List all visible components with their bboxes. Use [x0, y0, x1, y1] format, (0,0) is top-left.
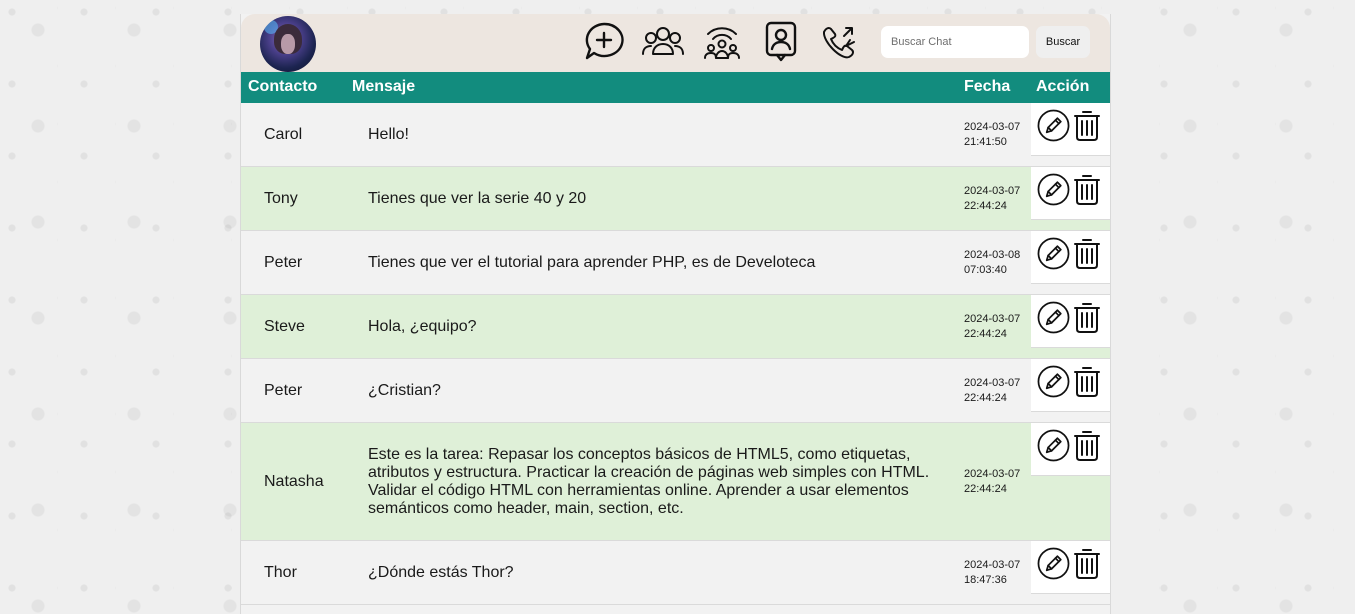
time-text: 18:47:36 [964, 573, 1007, 586]
search-input[interactable] [881, 26, 1029, 58]
table-header: Contacto Mensaje Fecha Acción [241, 72, 1110, 103]
table-row: Carol Hello! 2024-03-07 21:41:50 [241, 103, 1110, 167]
action-cell [1031, 231, 1110, 284]
trash-icon[interactable] [1073, 364, 1101, 398]
top-bar: Buscar [241, 14, 1110, 72]
message-cell: Tienes que ver el tutorial para aprender… [368, 253, 816, 271]
edit-icon[interactable] [1037, 301, 1070, 334]
action-cell [1031, 295, 1110, 348]
column-header-message: Mensaje [352, 78, 416, 95]
message-cell: ¿Dónde estás Thor? [368, 563, 514, 581]
new-chat-icon[interactable] [582, 20, 626, 64]
trash-icon[interactable] [1073, 108, 1101, 142]
action-cell [1031, 359, 1110, 412]
edit-icon[interactable] [1037, 237, 1070, 270]
edit-icon[interactable] [1037, 173, 1070, 206]
time-text: 07:03:40 [964, 263, 1007, 276]
table-row: Natasha Este es la tarea: Repasar los co… [241, 423, 1110, 541]
edit-icon[interactable] [1037, 429, 1070, 462]
contact-cell: Carol [264, 125, 303, 143]
chat-app: Buscar Contacto Mensaje Fecha Acción Car… [240, 14, 1111, 614]
edit-icon[interactable] [1037, 109, 1070, 142]
column-header-action: Acción [1036, 78, 1090, 95]
table-row: Peter ¿Cristian? 2024-03-07 22:44:24 [241, 359, 1110, 423]
date-text: 2024-03-07 [964, 558, 1021, 571]
edit-icon[interactable] [1037, 547, 1070, 580]
action-cell [1031, 167, 1110, 220]
trash-icon[interactable] [1073, 546, 1101, 580]
contact-cell: Thor [264, 563, 297, 581]
trash-icon[interactable] [1073, 300, 1101, 334]
contact-cell: Natasha [264, 472, 324, 490]
column-header-contact: Contacto [248, 78, 318, 95]
contact-cell: Peter [264, 253, 303, 271]
contact-cell: Peter [264, 381, 303, 399]
search-button[interactable]: Buscar [1036, 26, 1090, 58]
groups-icon[interactable] [700, 20, 744, 64]
trash-icon[interactable] [1073, 428, 1101, 462]
date-text: 2024-03-07 [964, 184, 1021, 197]
time-text: 22:44:24 [964, 482, 1007, 495]
date-text: 2024-03-07 [964, 467, 1021, 480]
time-text: 22:44:24 [964, 391, 1007, 404]
contact-cell: Tony [264, 189, 298, 207]
avatar[interactable] [260, 16, 316, 72]
column-header-date: Fecha [964, 78, 1011, 95]
message-cell: Hello! [368, 125, 409, 143]
community-icon[interactable] [641, 20, 685, 64]
message-cell: Hola, ¿equipo? [368, 317, 477, 335]
time-text: 21:41:50 [964, 135, 1007, 148]
date-text: 2024-03-07 [964, 312, 1021, 325]
message-cell: Este es la tarea: Repasar los conceptos … [368, 445, 930, 517]
table-row: Thor ¿Dónde estás Thor? 2024-03-07 18:47:… [241, 541, 1110, 605]
action-cell [1031, 541, 1110, 594]
table-row: Peter Tienes que ver el tutorial para ap… [241, 231, 1110, 295]
contacts-icon[interactable] [759, 20, 803, 64]
action-cell [1031, 423, 1110, 476]
date-text: 2024-03-07 [964, 376, 1021, 389]
action-cell [1031, 103, 1110, 156]
date-text: 2024-03-08 [964, 248, 1021, 261]
edit-icon[interactable] [1037, 365, 1070, 398]
message-table: Carol Hello! 2024-03-07 21:41:50 Tony Tie… [241, 103, 1110, 605]
message-cell: Tienes que ver la serie 40 y 20 [368, 189, 587, 207]
calls-icon[interactable] [818, 20, 862, 64]
table-row: Steve Hola, ¿equipo? 2024-03-07 22:44:24 [241, 295, 1110, 359]
trash-icon[interactable] [1073, 236, 1101, 270]
contact-cell: Steve [264, 317, 305, 335]
trash-icon[interactable] [1073, 172, 1101, 206]
time-text: 22:44:24 [964, 327, 1007, 340]
message-cell: ¿Cristian? [368, 381, 441, 399]
table-row: Tony Tienes que ver la serie 40 y 20 202… [241, 167, 1110, 231]
time-text: 22:44:24 [964, 199, 1007, 212]
date-text: 2024-03-07 [964, 120, 1021, 133]
